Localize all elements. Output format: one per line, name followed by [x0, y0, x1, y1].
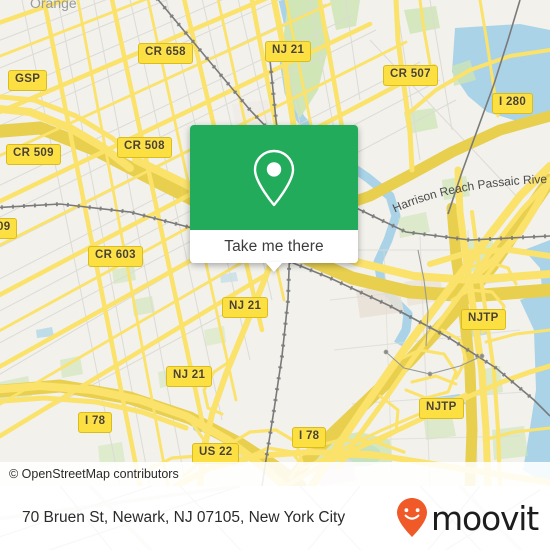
moovit-pin-icon — [397, 498, 428, 537]
moovit-logo[interactable]: moovit — [395, 497, 550, 539]
road-shield-us-22[interactable]: US 22 — [192, 443, 240, 464]
road-shield-cr-508[interactable]: CR 508 — [117, 137, 172, 158]
map-attribution-bar: © OpenStreetMap contributors — [0, 462, 550, 486]
road-shield-njtp-north[interactable]: NJTP — [461, 309, 506, 330]
map-canvas[interactable]: Harrison Reach Passaic Rive Orange CR 65… — [0, 0, 550, 486]
popup-footer[interactable]: Take me there — [190, 230, 358, 272]
road-shield-i-78-west[interactable]: I 78 — [78, 412, 113, 433]
road-shield-cr-507[interactable]: CR 507 — [383, 65, 438, 86]
road-shield-njtp-south[interactable]: NJTP — [419, 398, 464, 419]
popup-tail-pointer — [265, 262, 283, 272]
osm-attribution-text[interactable]: © OpenStreetMap contributors — [0, 467, 179, 481]
road-shield-gsp[interactable]: GSP — [8, 70, 48, 91]
place-label-orange: Orange — [30, 0, 77, 11]
road-shield-cr-658[interactable]: CR 658 — [138, 43, 193, 64]
road-shield-nj-21-south[interactable]: NJ 21 — [166, 366, 213, 387]
road-shield-i-280[interactable]: I 280 — [492, 93, 534, 114]
road-shield-cr-509[interactable]: CR 509 — [6, 144, 61, 165]
address-footer: 70 Bruen St, Newark, NJ 07105, New York … — [0, 486, 550, 550]
road-shield-cr-509-partial[interactable]: 09 — [0, 218, 18, 239]
address-text: 70 Bruen St, Newark, NJ 07105, New York … — [22, 509, 346, 526]
popup-header — [190, 125, 358, 230]
location-popup[interactable]: Take me there — [190, 125, 358, 272]
road-shield-i-78-east[interactable]: I 78 — [292, 427, 327, 448]
road-shield-nj-21-north[interactable]: NJ 21 — [265, 41, 312, 62]
road-shield-cr-603[interactable]: CR 603 — [88, 246, 143, 267]
map-screenshot: Harrison Reach Passaic Rive Orange CR 65… — [0, 0, 550, 550]
road-shield-nj-21-mid[interactable]: NJ 21 — [222, 297, 269, 318]
take-me-there-label: Take me there — [224, 237, 324, 255]
location-pin-icon — [253, 149, 295, 206]
moovit-wordmark: moovit — [431, 498, 539, 538]
